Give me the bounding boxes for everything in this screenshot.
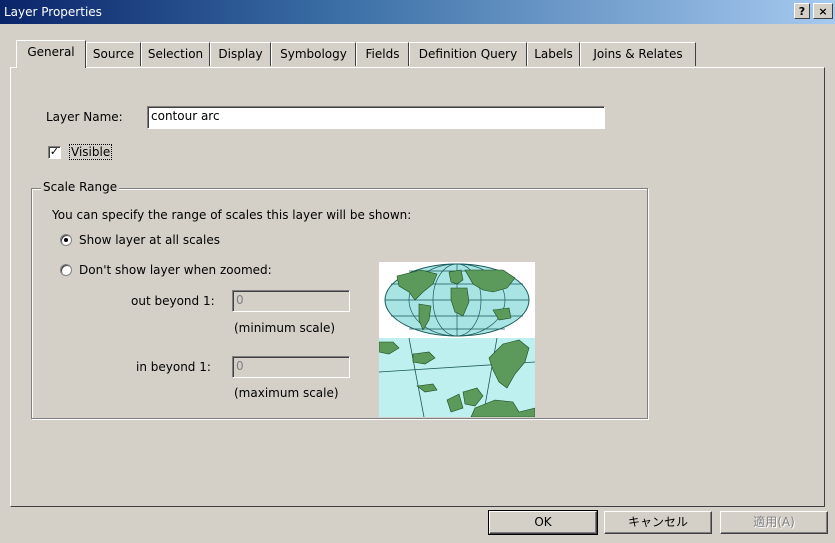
dont-show-zoomed-radio[interactable] (60, 264, 72, 276)
tab-display[interactable]: Display (210, 42, 271, 66)
minimum-scale-caption: (minimum scale) (234, 321, 336, 335)
scale-range-description: You can specify the range of scales this… (52, 208, 412, 222)
apply-button[interactable]: 適用(A) (720, 511, 828, 534)
tab-definition-query[interactable]: Definition Query (409, 42, 527, 66)
scale-range-group-label: Scale Range (41, 180, 120, 194)
maximum-scale-caption: (maximum scale) (234, 386, 339, 400)
out-beyond-input[interactable]: 0 (232, 290, 350, 312)
out-beyond-label: out beyond 1: (131, 294, 215, 308)
dont-show-zoomed-label[interactable]: Don't show layer when zoomed: (79, 263, 272, 277)
layer-name-input[interactable]: contour arc (147, 106, 605, 129)
world-globe-icon (384, 263, 530, 337)
visible-label[interactable]: Visible (68, 144, 113, 160)
cancel-button[interactable]: キャンセル (604, 511, 712, 534)
visible-checkbox[interactable]: ✓ (48, 146, 61, 159)
tab-general[interactable]: General (16, 40, 86, 68)
scale-map-illustration (379, 262, 535, 417)
tab-labels[interactable]: Labels (527, 42, 580, 66)
title-bar: Layer Properties ? × (0, 0, 835, 24)
in-beyond-label: in beyond 1: (136, 360, 211, 374)
europe-map-icon (379, 337, 535, 417)
layer-name-label: Layer Name: (46, 110, 123, 124)
tab-symbology[interactable]: Symbology (271, 42, 356, 66)
tab-selection[interactable]: Selection (141, 42, 210, 66)
show-all-scales-radio[interactable] (60, 234, 72, 246)
tab-joins-relates[interactable]: Joins & Relates (580, 42, 696, 66)
tab-fields[interactable]: Fields (356, 42, 409, 66)
tab-source[interactable]: Source (86, 42, 141, 66)
in-beyond-input[interactable]: 0 (232, 356, 350, 378)
radio-selected-dot (64, 238, 68, 242)
help-button[interactable]: ? (794, 3, 810, 19)
ok-button[interactable]: OK (488, 510, 598, 535)
close-button[interactable]: × (813, 3, 833, 19)
show-all-scales-label[interactable]: Show layer at all scales (79, 233, 220, 247)
window-title: Layer Properties (4, 5, 102, 19)
